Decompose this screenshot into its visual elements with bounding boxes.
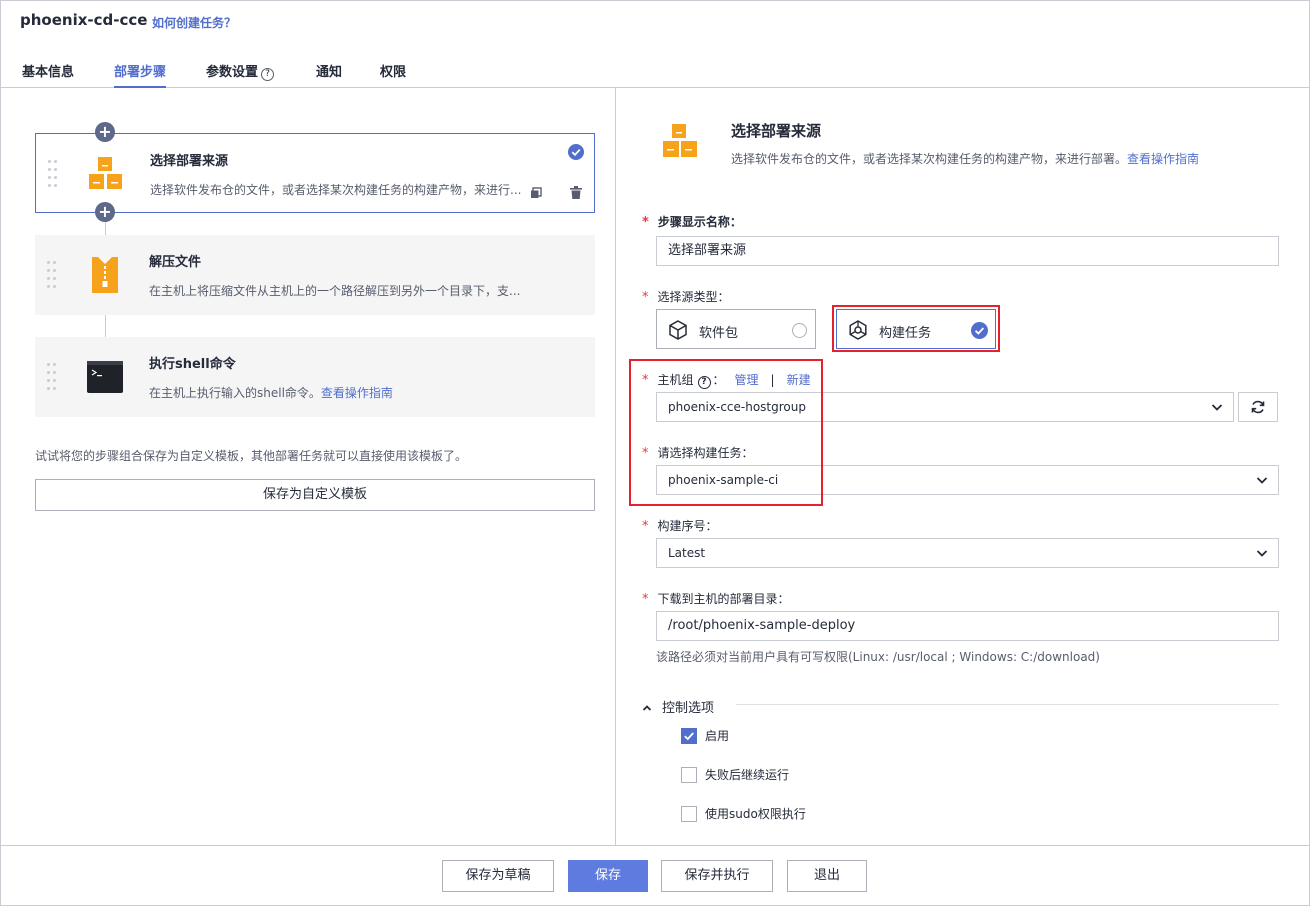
deploy-dir-input[interactable]: /root/phoenix-sample-deploy xyxy=(656,611,1279,641)
control-options-toggle[interactable]: 控制选项 xyxy=(642,697,714,716)
step-card-shell[interactable]: 执行shell命令 在主机上执行输入的shell命令。查看操作指南 xyxy=(35,337,595,417)
build-number-label: * 构建序号： xyxy=(642,519,718,534)
highlight-box xyxy=(629,359,823,506)
tab-label: 部署步骤 xyxy=(114,65,167,80)
step-card-deploy-source[interactable]: 选择部署来源 选择软件发布仓的文件，或者选择某次构建任务的构建产物，来进行... xyxy=(35,133,595,213)
trash-icon[interactable] xyxy=(570,186,582,202)
check-icon xyxy=(684,732,694,741)
step-name-input[interactable]: 选择部署来源 xyxy=(656,236,1279,266)
chevron-down-icon xyxy=(1256,550,1268,557)
tab-deploy-steps[interactable]: 部署步骤 xyxy=(114,61,167,88)
step-desc: 在主机上将压缩文件从主机上的一个路径解压到另外一个目录下，支... xyxy=(149,284,521,298)
help-icon[interactable]: ? xyxy=(261,68,275,81)
footer-divider xyxy=(0,845,1310,846)
tab-bar: 基本信息 部署步骤 参数设置? 通知 权限 xyxy=(0,58,1310,88)
tab-label: 参数设置 xyxy=(206,65,259,80)
select-value: Latest xyxy=(668,546,706,560)
refresh-button[interactable] xyxy=(1238,392,1278,422)
tab-params[interactable]: 参数设置? xyxy=(206,61,275,88)
step-desc-text: 在主机上执行输入的shell命令。 xyxy=(149,386,321,400)
step-desc: 选择软件发布仓的文件，或者选择某次构建任务的构建产物，来进行... xyxy=(150,183,522,197)
page-title: phoenix-cd-cce xyxy=(20,11,148,29)
step-title: 执行shell命令 xyxy=(149,357,236,372)
zip-file-icon xyxy=(85,255,125,295)
tab-label: 基本信息 xyxy=(22,65,75,80)
copy-icon[interactable] xyxy=(530,187,542,202)
save-and-run-button[interactable]: 保存并执行 xyxy=(661,860,773,892)
drag-handle-icon[interactable] xyxy=(47,363,57,391)
package-icon xyxy=(667,319,689,344)
detail-desc-text: 选择软件发布仓的文件，或者选择某次构建任务的构建产物，来进行部署。 xyxy=(731,152,1128,166)
refresh-icon xyxy=(1251,400,1265,414)
template-tip: 试试将您的步骤组合保存为自定义模板，其他部署任务就可以直接使用该模板了。 xyxy=(35,449,468,463)
drag-handle-icon[interactable] xyxy=(48,160,58,188)
deploy-dir-hint: 该路径必须对当前用户具有可写权限(Linux: /usr/local ; Win… xyxy=(656,650,1100,664)
exit-button[interactable]: 退出 xyxy=(787,860,867,892)
deploy-source-icon xyxy=(660,120,702,163)
check-circle-icon xyxy=(568,144,584,163)
deploy-dir-label: * 下载到主机的部署目录： xyxy=(642,592,790,607)
continue-on-fail-checkbox[interactable] xyxy=(681,767,697,783)
detail-desc: 选择软件发布仓的文件，或者选择某次构建任务的构建产物，来进行部署。查看操作指南 xyxy=(731,150,1199,167)
panel-divider xyxy=(615,88,616,845)
chevron-down-icon xyxy=(1211,404,1223,411)
save-as-template-button[interactable]: 保存为自定义模板 xyxy=(35,479,595,511)
section-title: 控制选项 xyxy=(662,701,715,716)
source-type-label: * 选择源类型： xyxy=(642,290,730,305)
source-option-package[interactable]: 软件包 xyxy=(656,309,816,349)
label-text: 选择源类型： xyxy=(657,290,730,304)
operation-guide-link[interactable]: 查看操作指南 xyxy=(1127,152,1199,166)
save-button[interactable]: 保存 xyxy=(568,860,648,892)
step-title: 选择部署来源 xyxy=(150,154,229,169)
label-text: 下载到主机的部署目录： xyxy=(657,592,790,606)
tab-label: 权限 xyxy=(380,65,407,80)
label-text: 构建序号： xyxy=(657,519,718,533)
checkbox-label: 失败后继续运行 xyxy=(705,768,790,782)
drag-handle-icon[interactable] xyxy=(47,261,57,289)
tab-label: 通知 xyxy=(316,65,343,80)
highlight-box xyxy=(832,305,1000,352)
add-step-above-button[interactable]: + xyxy=(95,122,115,142)
tab-basic-info[interactable]: 基本信息 xyxy=(22,61,74,88)
tab-permission[interactable]: 权限 xyxy=(380,61,406,88)
enable-checkbox[interactable] xyxy=(681,728,697,744)
operation-guide-link[interactable]: 查看操作指南 xyxy=(321,386,393,400)
tab-notify[interactable]: 通知 xyxy=(316,61,342,88)
checkbox-label: 使用sudo权限执行 xyxy=(705,807,806,821)
chevron-up-icon xyxy=(642,705,652,711)
label-text: 步骤显示名称： xyxy=(657,215,742,229)
radio-unchecked[interactable] xyxy=(792,323,807,338)
build-number-select[interactable]: Latest xyxy=(656,538,1279,568)
step-name-label: * 步骤显示名称： xyxy=(642,215,742,230)
deploy-source-icon xyxy=(86,154,126,194)
step-title: 解压文件 xyxy=(149,255,202,270)
sudo-checkbox[interactable] xyxy=(681,806,697,822)
save-draft-button[interactable]: 保存为草稿 xyxy=(442,860,554,892)
step-connector xyxy=(105,315,106,337)
how-to-create-link[interactable]: 如何创建任务？ xyxy=(152,14,236,31)
step-desc: 在主机上执行输入的shell命令。查看操作指南 xyxy=(149,384,393,401)
add-step-below-button[interactable]: + xyxy=(95,202,115,222)
terminal-icon xyxy=(85,357,125,397)
step-card-unzip[interactable]: 解压文件 在主机上将压缩文件从主机上的一个路径解压到另外一个目录下，支... xyxy=(35,235,595,315)
checkbox-label: 启用 xyxy=(705,729,730,743)
chevron-down-icon xyxy=(1256,477,1268,484)
section-divider xyxy=(736,704,1279,705)
detail-title: 选择部署来源 xyxy=(731,122,822,140)
option-label: 软件包 xyxy=(699,326,739,341)
